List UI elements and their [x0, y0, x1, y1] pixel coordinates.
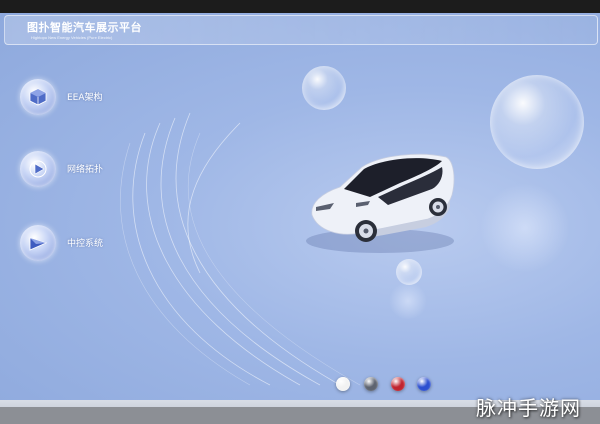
window-top-bar	[0, 0, 600, 13]
menu-label-network-topology: 网络拓扑	[67, 165, 104, 175]
floating-bubble-large	[490, 75, 584, 169]
menu-label-eea: EEA架构	[67, 93, 103, 103]
bubble-reflection-small	[388, 283, 428, 319]
triangle-icon	[20, 225, 56, 261]
color-swatch-selector	[336, 377, 436, 393]
app-title: 图扑智能汽车展示平台	[27, 21, 142, 34]
vehicle-model[interactable]	[300, 145, 460, 255]
menu-item-eea[interactable]: EEA架构	[20, 79, 160, 119]
floating-bubble-small	[396, 259, 422, 285]
floating-bubble	[302, 66, 346, 110]
app-screen: 图扑智能汽车展示平台 Hightopo New Energy Vehicles …	[0, 13, 600, 400]
menu-item-network-topology[interactable]: 网络拓扑	[20, 151, 160, 191]
cube-icon	[20, 79, 56, 115]
menu-label-central-control: 中控系统	[67, 239, 104, 249]
watermark: 脉冲手游网	[476, 396, 581, 420]
color-swatch-gray[interactable]	[364, 377, 378, 391]
color-swatch-red[interactable]	[391, 377, 405, 391]
color-swatch-white[interactable]	[336, 377, 350, 391]
menu-item-central-control[interactable]: 中控系统	[20, 225, 160, 265]
app-header: 图扑智能汽车展示平台 Hightopo New Energy Vehicles …	[4, 15, 598, 45]
app-subtitle: Hightopo New Energy Vehicles (Pure Elect…	[31, 35, 113, 40]
color-swatch-blue[interactable]	[417, 377, 431, 391]
page: 图扑智能汽车展示平台 Hightopo New Energy Vehicles …	[0, 0, 600, 424]
bubble-reflection	[480, 183, 570, 273]
play-icon	[20, 151, 56, 187]
